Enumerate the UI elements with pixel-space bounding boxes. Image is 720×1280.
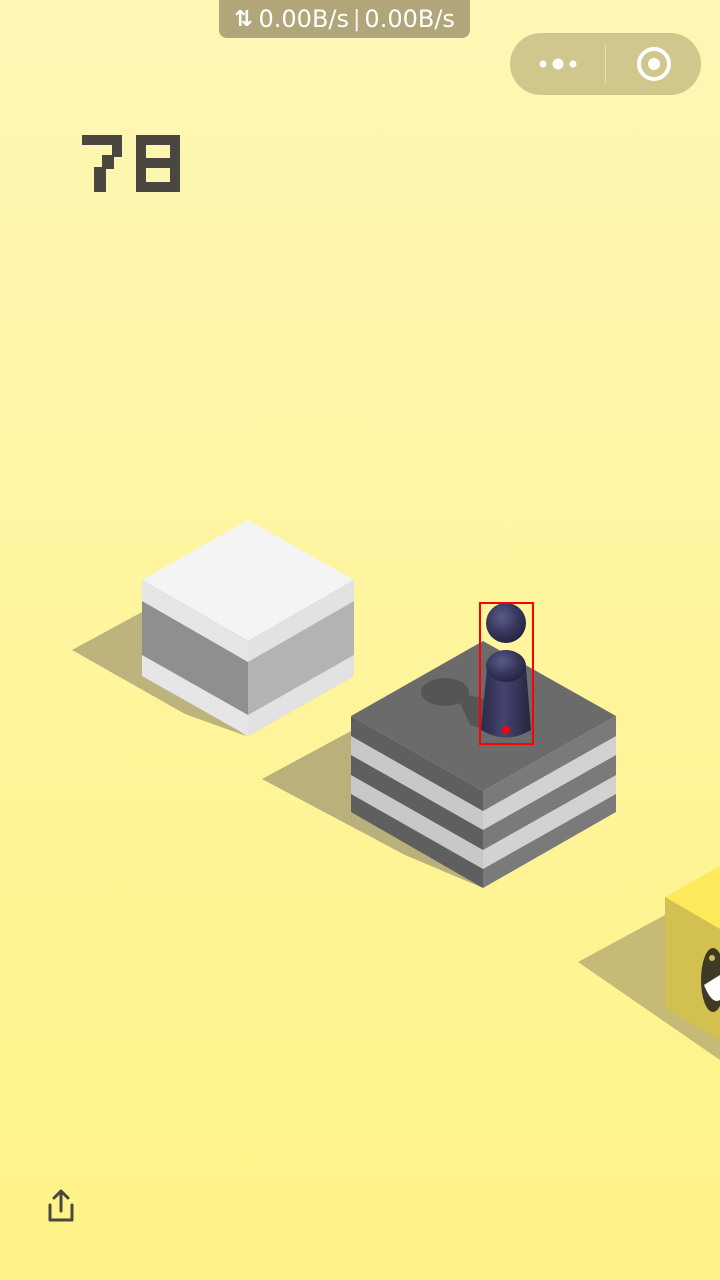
data-transfer-arrows-icon: ⇅	[234, 6, 253, 32]
upload-speed: 0.00B/s	[258, 5, 350, 33]
score-digit-7	[82, 135, 122, 192]
player-target-dot	[502, 726, 510, 734]
score-digit-8	[136, 135, 180, 192]
circle-target-icon	[636, 47, 671, 81]
share-icon	[48, 1189, 74, 1222]
miniprogram-capsule	[510, 33, 701, 95]
speed-separator: |	[353, 6, 361, 32]
network-speed-indicator: ⇅ 0.00B/s | 0.00B/s	[219, 0, 470, 38]
player-piece[interactable]	[481, 603, 531, 738]
more-dots-icon	[539, 58, 576, 70]
score-display: 78	[82, 135, 180, 192]
share-button[interactable]	[44, 1188, 78, 1224]
close-miniprogram-button[interactable]	[606, 33, 701, 95]
download-speed: 0.00B/s	[364, 5, 455, 33]
more-button[interactable]	[510, 33, 605, 95]
